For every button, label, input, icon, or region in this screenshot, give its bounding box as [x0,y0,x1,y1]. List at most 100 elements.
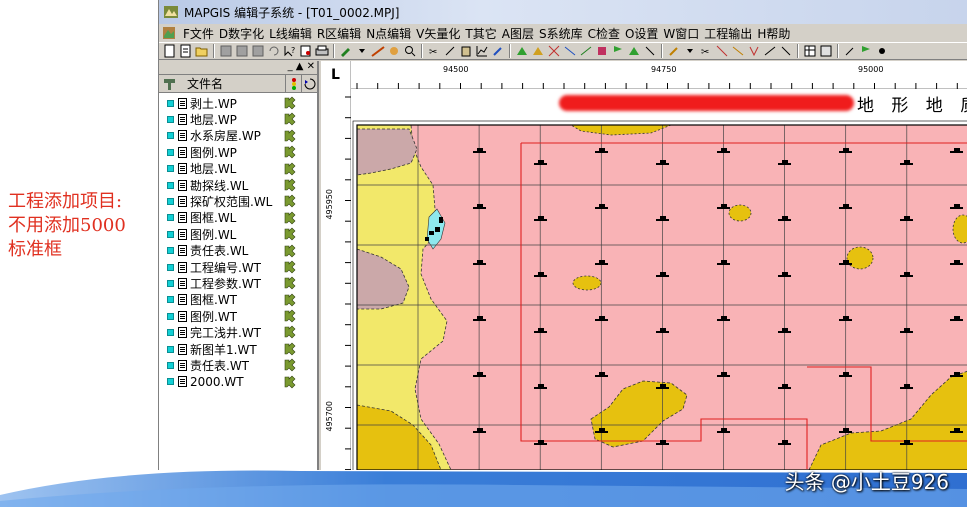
help-pointer-icon[interactable]: ? [283,44,297,58]
undo-icon[interactable] [267,44,281,58]
edit-status-icon[interactable] [283,145,297,159]
edit-status-icon[interactable] [283,276,297,290]
layer-visibility-icon[interactable] [167,279,174,287]
menu-point-edit[interactable]: N点编辑 [366,25,416,42]
save-layer-icon[interactable] [251,44,265,58]
point-tool-icon[interactable] [843,44,857,58]
edit-status-icon[interactable] [283,342,297,356]
new-doc-icon[interactable] [179,44,193,58]
file-list-item[interactable]: 图例.WT [159,308,317,324]
layer-visibility-icon[interactable] [167,132,174,140]
map-view[interactable]: L 94500 94750 95000 495950 495700 地 形 地 [321,61,967,470]
layer-visibility-icon[interactable] [167,296,174,304]
menu-help[interactable]: H帮助 [757,25,795,42]
file-list-item[interactable]: 剥土.WP [159,95,317,111]
graph-icon[interactable] [475,44,489,58]
edit-status-icon[interactable] [283,293,297,307]
save-icon[interactable] [219,44,233,58]
file-list-item[interactable]: 地层.WP [159,111,317,127]
edit-status-icon[interactable] [283,358,297,372]
file-list-item[interactable]: 图例.WP [159,144,317,160]
chevron-down-icon[interactable] [683,44,697,58]
edit-status-icon[interactable] [283,129,297,143]
menu-project-output[interactable]: 工程输出 [704,25,757,42]
edit-status-icon[interactable] [283,178,297,192]
title-bar[interactable]: MAPGIS 编辑子系统 - [T01_0002.MPJ] [159,0,967,24]
line-edit-icon[interactable] [491,44,505,58]
edit-status-icon[interactable] [283,96,297,110]
file-list-item[interactable]: 图框.WT [159,292,317,308]
grid-icon[interactable] [819,44,833,58]
line-break-icon[interactable] [747,44,761,58]
panel-window-controls[interactable]: _ ▲ ✕ [288,61,315,72]
edit-status-icon[interactable] [283,227,297,241]
region-add-icon[interactable] [515,44,529,58]
layer-visibility-icon[interactable] [167,181,174,189]
table-icon[interactable] [803,44,817,58]
file-list-item[interactable]: 地层.WL [159,161,317,177]
menu-system-lib[interactable]: S系统库 [539,25,588,42]
layer-visibility-icon[interactable] [167,99,174,107]
layer-visibility-icon[interactable] [167,263,174,271]
point-add-icon[interactable] [875,44,889,58]
print-icon[interactable] [315,44,329,58]
line-delete-icon[interactable] [715,44,729,58]
edit-status-icon[interactable] [283,325,297,339]
layer-visibility-icon[interactable] [167,345,174,353]
copy-line-icon[interactable] [443,44,457,58]
edit-status-icon[interactable] [283,162,297,176]
region-fill-icon[interactable] [595,44,609,58]
geologic-map-canvas[interactable] [351,89,967,470]
paste-icon[interactable] [459,44,473,58]
file-list-item[interactable]: 水系房屋.WP [159,128,317,144]
menu-vectorize[interactable]: V矢量化 [416,25,465,42]
scissors-icon[interactable]: ✂ [427,44,441,58]
file-list-item[interactable]: 新图羊1.WT [159,341,317,357]
menu-settings[interactable]: O设置 [625,25,663,42]
file-list-item[interactable]: 图框.WL [159,210,317,226]
file-list-item[interactable]: 责任表.WT [159,357,317,373]
line-mark-icon[interactable] [779,44,793,58]
region-edit-icon[interactable] [531,44,545,58]
layer-visibility-icon[interactable] [167,312,174,320]
file-list-item[interactable]: 工程编号.WT [159,259,317,275]
menu-line-edit[interactable]: L线编辑 [269,25,317,42]
menu-file[interactable]: F文件 [183,25,219,42]
file-list-item[interactable]: 勘探线.WL [159,177,317,193]
layer-visibility-icon[interactable] [167,165,174,173]
layer-visibility-icon[interactable] [167,361,174,369]
pen-dropdown-icon[interactable] [339,44,353,58]
file-list-item[interactable]: 完工浅井.WT [159,324,317,340]
layer-visibility-icon[interactable] [167,230,174,238]
file-list-item[interactable]: 责任表.WL [159,243,317,259]
layer-visibility-icon[interactable] [167,116,174,124]
point-flag-icon[interactable] [859,44,873,58]
cut-line-icon[interactable]: ✂ [699,44,713,58]
zoom-icon[interactable] [403,44,417,58]
file-list-item[interactable]: 图例.WL [159,226,317,242]
layer-visibility-icon[interactable] [167,214,174,222]
region-join-icon[interactable] [579,44,593,58]
new-file-icon[interactable] [163,44,177,58]
menu-check[interactable]: C检查 [588,25,625,42]
layer-visibility-icon[interactable] [167,378,174,386]
open-folder-icon[interactable] [195,44,209,58]
edit-status-icon[interactable] [283,309,297,323]
menu-window[interactable]: W窗口 [663,25,704,42]
menu-other[interactable]: T其它 [465,25,501,42]
edit-status-icon[interactable] [283,112,297,126]
hand-icon[interactable] [387,44,401,58]
layer-visibility-icon[interactable] [167,148,174,156]
layer-visibility-icon[interactable] [167,247,174,255]
edit-status-icon[interactable] [283,375,297,389]
layer-visibility-icon[interactable] [167,198,174,206]
edit-status-icon[interactable] [283,194,297,208]
region-cut-icon[interactable] [547,44,561,58]
file-name-column-header[interactable]: 文件名 [187,75,223,92]
layer-status-icon[interactable] [285,75,301,93]
layer-visibility-icon[interactable] [167,329,174,337]
file-list-item[interactable]: 工程参数.WT [159,275,317,291]
save-all-icon[interactable] [235,44,249,58]
region-mark-icon[interactable] [643,44,657,58]
line-param-icon[interactable] [763,44,777,58]
